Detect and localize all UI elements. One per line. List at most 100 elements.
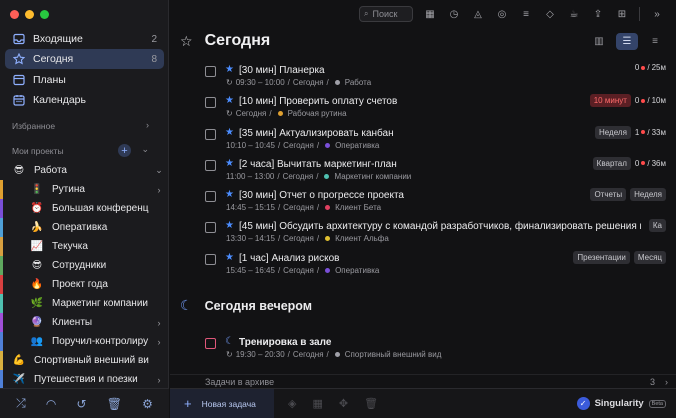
project-label: Клиенты [52, 317, 93, 328]
task-checkbox[interactable] [205, 222, 216, 234]
project-item[interactable]: 😎 Работа ⌄ [0, 161, 169, 180]
project-item[interactable]: ⏰ Большая конференция в [0, 199, 169, 218]
task-row[interactable]: ★ [2 часа] Вычитать маркетинг-план 11:00… [205, 155, 666, 186]
project-item[interactable]: 👥 Поручил-контролиру › [0, 332, 169, 351]
history-icon[interactable]: ↺ [76, 397, 86, 411]
timer-icon[interactable]: ◷ [447, 7, 461, 21]
export-icon[interactable]: ⇪ [591, 7, 605, 21]
task-tag[interactable]: Неделя [630, 188, 666, 202]
task-stat: 0/25м [634, 63, 666, 72]
repeat-icon: ↻ [226, 78, 233, 87]
layers-icon[interactable]: ◈ [288, 397, 296, 410]
search-input[interactable]: ⌕ Поиск [359, 6, 413, 22]
filter-icon[interactable]: ≡ [519, 7, 533, 21]
task-title[interactable]: [10 мин] Проверить оплату счетов [239, 96, 397, 107]
project-color-dot [334, 80, 340, 85]
task-checkbox[interactable] [205, 66, 216, 77]
calendar-icon[interactable]: ▦ [312, 397, 322, 410]
task-row[interactable]: ★ [30 мин] Отчет о прогрессе проекта 14:… [205, 186, 666, 217]
project-item[interactable]: 💪 Спортивный внешний вид [0, 351, 169, 370]
move-icon[interactable]: ✥ [339, 397, 348, 410]
task-row[interactable]: ★ [45 мин] Обсудить архитектуру с команд… [205, 217, 666, 248]
task-checkbox[interactable] [205, 128, 216, 140]
task-checkbox[interactable] [205, 97, 216, 109]
task-checkbox[interactable] [205, 159, 216, 171]
chevron-icon[interactable]: ⌄ [149, 165, 169, 176]
trash-icon[interactable]: 🗑 [107, 397, 122, 411]
task-checkbox[interactable] [205, 191, 216, 203]
task-project: Оперативка [335, 140, 380, 150]
task-tag[interactable]: Месяц [633, 250, 666, 264]
task-title[interactable]: [30 мин] Отчет о прогрессе проекта [239, 190, 404, 201]
close-window-button[interactable] [10, 10, 19, 19]
task-row[interactable]: ☾ Тренировка в зале ↻ 19:30 – 20:30 / Се… [205, 333, 666, 363]
tag-icon[interactable]: ◇ [543, 7, 557, 21]
inbox-icon [12, 33, 25, 46]
project-item[interactable]: ✈️ Путешествия и поезки › [0, 370, 169, 389]
nav-item-plans[interactable]: Планы [5, 70, 164, 90]
project-emoji-icon: 👥 [30, 336, 44, 347]
list-view-button[interactable]: ☰ [616, 32, 638, 50]
nav-item-today[interactable]: Сегодня 8 [5, 49, 164, 70]
projects-section-label[interactable]: Мои проекты [12, 146, 64, 156]
expand-icon[interactable]: » [650, 7, 664, 21]
project-item[interactable]: 📈 Текучка [0, 237, 169, 256]
task-row[interactable]: ★ [1 час] Анализ рисков 15:45 – 16:45/Се… [205, 249, 666, 280]
target-icon[interactable]: ◎ [495, 7, 509, 21]
project-item[interactable]: 🔮 Клиенты › [0, 313, 169, 332]
chevron-icon[interactable]: › [149, 375, 169, 385]
chevron-icon[interactable]: › [149, 318, 169, 328]
task-title[interactable]: [1 час] Анализ рисков [239, 253, 340, 264]
favorites-section-label[interactable]: Избранное [12, 121, 55, 131]
cup-icon[interactable]: ☕ [567, 7, 581, 21]
task-title[interactable]: [45 мин] Обсудить архитектуру с командой… [239, 221, 641, 232]
rainbow-icon[interactable]: ◠ [46, 397, 56, 411]
project-item[interactable]: 🔥 Проект года [0, 275, 169, 294]
task-checkbox[interactable] [205, 253, 216, 265]
task-checkbox[interactable] [205, 338, 216, 349]
record-dot-icon [641, 98, 646, 103]
task-tag[interactable]: Отчеты [590, 188, 627, 202]
calendar-icon[interactable]: ▦ [423, 7, 437, 21]
inbox-add-icon[interactable]: ⊞ [615, 7, 629, 21]
nav-item-inbox[interactable]: Входящие 2 [5, 29, 164, 49]
task-row[interactable]: ★ [10 мин] Проверить оплату счетов ↻ Сего… [205, 92, 666, 123]
nav-item-calendar[interactable]: Календарь [5, 90, 164, 110]
task-title[interactable]: [35 мин] Актуализировать канбан [239, 128, 394, 139]
task-badges: Отчеты Неделя [590, 188, 666, 202]
project-emoji-icon: 💪 [12, 355, 26, 366]
project-item[interactable]: 🚦 Рутина › [0, 180, 169, 199]
minimize-window-button[interactable] [25, 10, 34, 19]
project-item[interactable]: 😎 Сотрудники [0, 256, 169, 275]
project-item[interactable]: 🍌 Оперативка [0, 218, 169, 237]
task-title[interactable]: [30 мин] Планерка [239, 65, 325, 76]
task-tag[interactable]: Квартал [592, 156, 631, 170]
archive-row[interactable]: Задачи в архиве 3 › [170, 374, 676, 388]
shuffle-icon[interactable]: ⤮ [16, 396, 26, 411]
trash-icon[interactable]: 🗑 [364, 397, 378, 410]
sort-button[interactable]: ≡ [644, 33, 666, 50]
task-row[interactable]: ★ [35 мин] Актуализировать канбан 10:10 … [205, 124, 666, 155]
task-meta: 11:00 – 13:00/Сегодня / Маркетинг компании [226, 172, 411, 181]
top-toolbar: ⌕ Поиск ▦ ◷ ◬ ◎ ≡ ◇ ☕ ⇪ ⊞ » [170, 0, 676, 28]
chevron-right-icon[interactable]: › [146, 120, 149, 130]
board-view-button[interactable]: ▥ [588, 33, 610, 50]
task-tag[interactable]: Неделя [595, 125, 631, 139]
add-project-button[interactable]: + [118, 144, 131, 157]
deadline-tag[interactable]: 10 минут [589, 94, 631, 108]
zoom-window-button[interactable] [40, 10, 49, 19]
task-tag[interactable]: Ка [648, 219, 666, 233]
bell-icon[interactable]: ◬ [471, 7, 485, 21]
task-title[interactable]: [2 часа] Вычитать маркетинг-план [239, 159, 397, 170]
chevron-icon[interactable]: › [149, 337, 169, 347]
project-color-bar [0, 275, 3, 294]
chevron-icon[interactable]: › [149, 185, 169, 195]
settings-icon[interactable]: ⚙ [142, 397, 153, 411]
task-row[interactable]: ★ [30 мин] Планерка ↻ 09:30 – 10:00/Сегод… [205, 61, 666, 92]
task-tag[interactable]: Презентации [573, 250, 630, 264]
task-day: Сегодня [292, 350, 324, 359]
new-task-button[interactable]: + Новая задача [170, 388, 274, 418]
task-title[interactable]: Тренировка в зале [239, 337, 331, 348]
chevron-down-icon[interactable]: ⌄ [141, 144, 149, 155]
project-item[interactable]: 🌿 Маркетинг компании [0, 294, 169, 313]
